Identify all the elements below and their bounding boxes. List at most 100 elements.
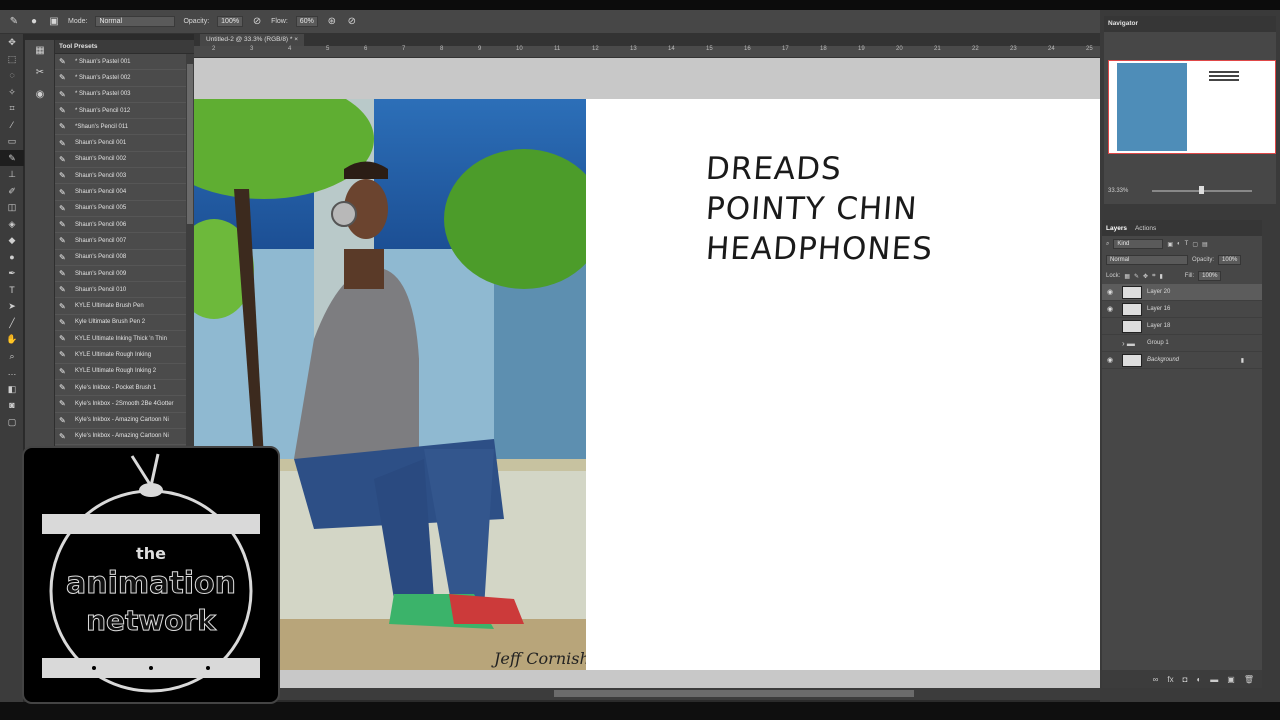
lock-artboard-icon[interactable]: ⌗ — [1152, 273, 1155, 280]
horizontal-scroll-thumb[interactable] — [554, 690, 914, 697]
type-tool-icon[interactable]: T — [0, 282, 24, 299]
clone-source-icon[interactable]: ◉ — [25, 84, 55, 106]
add-mask-icon[interactable]: ◘ — [1183, 675, 1188, 684]
filter-pixel-icon[interactable]: ▣ — [1167, 241, 1173, 248]
tab-actions[interactable]: Actions — [1135, 225, 1156, 232]
tool-preset-item[interactable]: ✎ *Shaun's Pencil 011 — [55, 119, 194, 136]
pen-tool-icon[interactable]: ✒ — [0, 265, 24, 282]
lock-image-icon[interactable]: ✎ — [1134, 273, 1139, 280]
navigator-preview[interactable] — [1108, 60, 1276, 154]
tool-preset-item[interactable]: ✎ Kyle's Inkbox - Amazing Cartoon Ni — [55, 413, 194, 429]
layer-row[interactable]: ◉ Background ▮ — [1102, 352, 1262, 369]
tool-preset-item[interactable]: ✎ * Shaun's Pastel 003 — [55, 87, 194, 103]
more-tools-icon[interactable]: … — [0, 364, 24, 381]
visibility-eye-icon[interactable]: ◉ — [1107, 288, 1117, 296]
layer-style-icon[interactable]: fx — [1167, 675, 1173, 684]
hand-tool-icon[interactable]: ✋ — [0, 331, 24, 348]
tool-preset-item[interactable]: ✎ Shaun's Pencil 003 — [55, 168, 194, 185]
history-brush-tool-icon[interactable]: ✐ — [0, 183, 24, 200]
tool-preset-item[interactable]: ✎ Kyle's Inkbox - Pocket Brush 1 — [55, 380, 194, 397]
horizontal-scrollbar[interactable] — [194, 688, 1100, 700]
new-layer-icon[interactable]: ▣ — [1227, 675, 1235, 684]
navigator-zoom-value[interactable]: 33.33% — [1108, 188, 1128, 194]
tool-preset-item[interactable]: ✎ Kyle's Inkbox - Amazing Cartoon Ni — [55, 429, 194, 446]
eyedropper-tool-icon[interactable]: ⁄ — [0, 117, 24, 134]
magic-wand-tool-icon[interactable]: ✧ — [0, 84, 24, 101]
filter-shape-icon[interactable]: ▢ — [1192, 241, 1198, 248]
crop-tool-icon[interactable]: ⌗ — [0, 100, 24, 117]
tool-preset-item[interactable]: ✎ Shaun's Pencil 010 — [55, 282, 194, 299]
layer-row[interactable]: › ▬ Group 1 — [1102, 335, 1262, 352]
tool-preset-item[interactable]: ✎ Shaun's Pencil 008 — [55, 250, 194, 266]
layer-opacity-input[interactable]: 100% — [1218, 255, 1242, 265]
healing-tool-icon[interactable]: ▭ — [0, 133, 24, 150]
line-tool-icon[interactable]: ╱ — [0, 315, 24, 332]
tool-preset-item[interactable]: ✎ Kyle's Inkbox - 2Smooth 2Be 4Gotter — [55, 396, 194, 413]
brush-tool-icon[interactable]: ✎ — [8, 16, 20, 28]
opacity-input[interactable]: 100% — [217, 16, 244, 27]
brush-preset-picker-icon[interactable]: ● — [28, 16, 40, 28]
marquee-tool-icon[interactable]: ⬚ — [0, 51, 24, 68]
brush-panel-toggle-icon[interactable]: ▣ — [48, 16, 60, 28]
flow-input[interactable]: 60% — [295, 16, 318, 27]
tool-presets-scroll-thumb[interactable] — [187, 64, 193, 224]
filter-adjustment-icon[interactable]: ◐ — [1177, 241, 1181, 247]
tool-preset-item[interactable]: ✎ * Shaun's Pastel 002 — [55, 70, 194, 87]
filter-smart-icon[interactable]: ▤ — [1202, 241, 1208, 248]
path-select-tool-icon[interactable]: ➤ — [0, 298, 24, 315]
filter-type-icon[interactable]: T — [1185, 241, 1189, 247]
tool-preset-item[interactable]: ✎ Shaun's Pencil 006 — [55, 217, 194, 234]
tool-preset-item[interactable]: ✎ KYLE Ultimate Rough Inking — [55, 347, 194, 364]
airbrush-icon[interactable]: ⊛ — [326, 16, 338, 28]
lasso-tool-icon[interactable]: ◌ — [0, 67, 24, 84]
tool-presets-icon[interactable]: ✂ — [25, 62, 55, 84]
tool-preset-item[interactable]: ✎ Kyle Ultimate Brush Pen 2 — [55, 315, 194, 332]
tool-preset-item[interactable]: ✎ * Shaun's Pencil 012 — [55, 103, 194, 120]
pressure-size-icon[interactable]: ⊘ — [346, 16, 358, 28]
tool-preset-item[interactable]: ✎ KYLE Ultimate Inking Thick 'n Thin — [55, 331, 194, 348]
close-tab-icon[interactable]: × — [294, 36, 298, 43]
tool-preset-item[interactable]: ✎ Shaun's Pencil 007 — [55, 233, 194, 250]
mode-select[interactable]: Normal — [95, 16, 176, 27]
lock-transparent-icon[interactable]: ▦ — [1124, 273, 1130, 280]
dodge-tool-icon[interactable]: ● — [0, 249, 24, 266]
screen-mode-icon[interactable]: ▢ — [0, 414, 24, 431]
visibility-eye-icon[interactable]: ◉ — [1107, 305, 1117, 313]
tool-preset-item[interactable]: ✎ * Shaun's Pastel 001 — [55, 54, 194, 71]
eraser-tool-icon[interactable]: ◫ — [0, 199, 24, 216]
canvas-area[interactable]: Jeff Cornish DREADS POINTY CHIN HEADPHON… — [194, 58, 1100, 690]
blend-mode-select[interactable]: Normal — [1106, 255, 1188, 265]
tool-presets-scrollbar[interactable] — [186, 54, 194, 450]
quick-mask-icon[interactable]: ◙ — [0, 397, 24, 414]
color-swatches-icon[interactable]: ◧ — [0, 381, 24, 398]
layer-fill-input[interactable]: 100% — [1198, 271, 1222, 281]
layer-row[interactable]: ◉ Layer 20 — [1102, 284, 1262, 301]
new-group-icon[interactable]: ▬ — [1210, 675, 1218, 684]
lock-position-icon[interactable]: ✥ — [1143, 273, 1148, 280]
tool-preset-item[interactable]: ✎ KYLE Ultimate Rough Inking 2 — [55, 364, 194, 380]
tool-preset-item[interactable]: ✎ Shaun's Pencil 009 — [55, 266, 194, 283]
stamp-tool-icon[interactable]: ⊥ — [0, 166, 24, 183]
tool-preset-item[interactable]: ✎ KYLE Ultimate Brush Pen — [55, 298, 194, 315]
zoom-tool-icon[interactable]: ⌕ — [0, 348, 24, 365]
pressure-opacity-icon[interactable]: ⊘ — [251, 16, 263, 28]
layer-filter-kind[interactable]: Kind — [1113, 239, 1164, 249]
visibility-eye-icon[interactable]: ◉ — [1107, 356, 1117, 364]
brush-settings-icon[interactable]: ▦ — [25, 40, 55, 62]
layer-row[interactable]: Layer 18 — [1102, 318, 1262, 335]
tool-preset-item[interactable]: ✎ Shaun's Pencil 001 — [55, 135, 194, 152]
link-layers-icon[interactable]: ∞ — [1153, 675, 1159, 684]
lock-all-icon[interactable]: ▮ — [1159, 273, 1162, 280]
tool-preset-item[interactable]: ✎ Shaun's Pencil 005 — [55, 201, 194, 217]
tool-preset-item[interactable]: ✎ Shaun's Pencil 002 — [55, 152, 194, 169]
navigator-zoom-handle[interactable] — [1199, 186, 1204, 194]
artwork-canvas[interactable]: Jeff Cornish DREADS POINTY CHIN HEADPHON… — [194, 99, 1100, 670]
delete-layer-icon[interactable]: 🗑 — [1244, 675, 1254, 684]
tab-layers[interactable]: Layers — [1106, 225, 1127, 232]
bucket-tool-icon[interactable]: ◈ — [0, 216, 24, 233]
layer-row[interactable]: ◉ Layer 16 — [1102, 301, 1262, 318]
adjustment-layer-icon[interactable]: ◐ — [1196, 675, 1201, 684]
tool-preset-item[interactable]: ✎ Shaun's Pencil 004 — [55, 184, 194, 201]
document-tab[interactable]: Untitled-2 @ 33.3% (RGB/8) * × — [200, 34, 305, 46]
blur-tool-icon[interactable]: ◆ — [0, 232, 24, 249]
